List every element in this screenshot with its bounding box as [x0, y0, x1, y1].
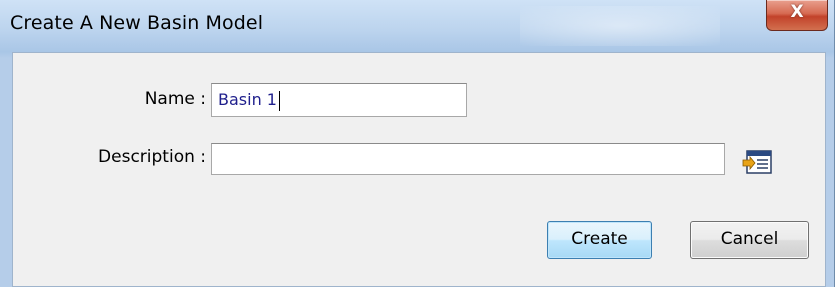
description-label: Description :: [98, 147, 206, 167]
cancel-button[interactable]: Cancel: [690, 221, 809, 259]
close-button[interactable]: X: [766, 0, 828, 31]
titlebar-highlight: [520, 6, 720, 46]
name-input-value: Basin 1: [218, 90, 277, 109]
description-input[interactable]: [211, 143, 725, 175]
name-input[interactable]: Basin 1: [211, 83, 467, 117]
text-caret: [278, 90, 280, 111]
create-button[interactable]: Create: [547, 221, 652, 259]
name-label: Name :: [144, 89, 206, 109]
close-icon: X: [790, 2, 804, 22]
dialog-title: Create A New Basin Model: [10, 12, 264, 34]
text-import-icon[interactable]: [741, 149, 775, 175]
